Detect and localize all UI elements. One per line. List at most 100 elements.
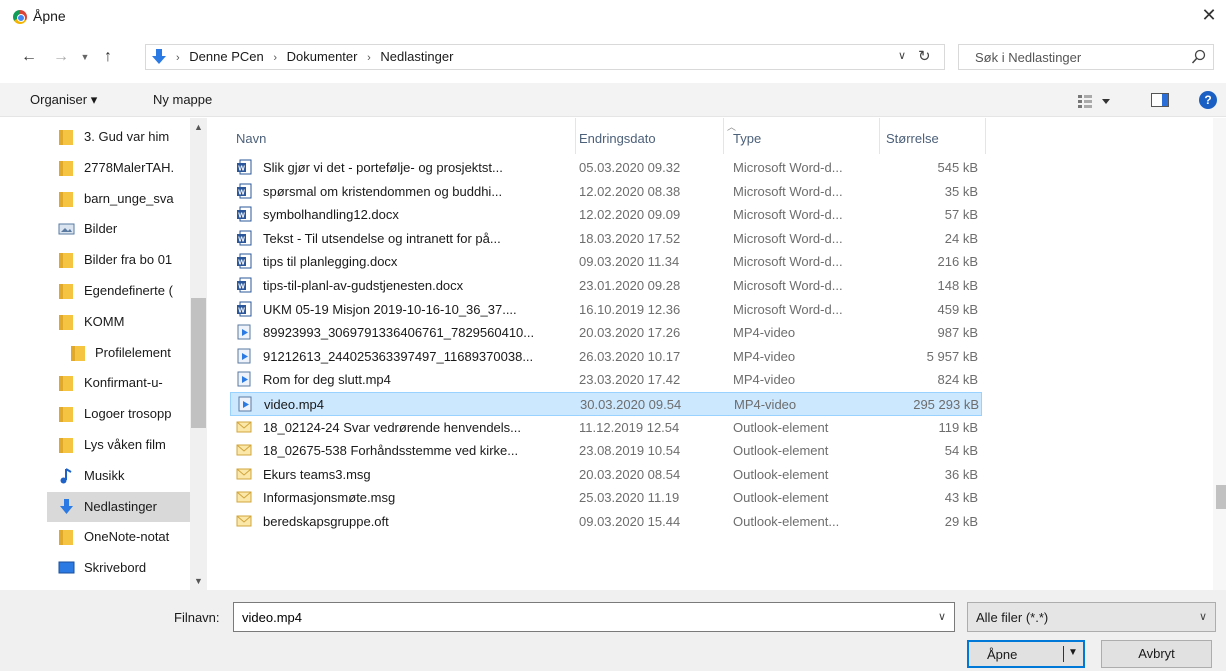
file-row[interactable]: 91212613_244025363397497_11689370038... 2… (230, 345, 982, 369)
scrollbar-thumb[interactable] (1216, 485, 1226, 509)
filename-input[interactable] (234, 603, 924, 631)
file-row[interactable]: Wtips-til-planl-av-gudstjenesten.docx 23.… (230, 274, 982, 298)
desktop-icon (58, 561, 75, 574)
sidebar-item[interactable]: 2778MalerTAH. (0, 153, 200, 183)
file-date: 09.03.2020 11.34 (579, 254, 680, 270)
sidebar-item-label: Bilder (84, 221, 118, 237)
file-row[interactable]: 89923993_3069791336406761_7829560410... 2… (230, 321, 982, 345)
file-row[interactable]: Wtips til planlegging.docx 09.03.2020 11.… (230, 250, 982, 274)
outlook-mail-icon (236, 444, 252, 456)
sidebar-item[interactable]: 3. Gud var him (0, 122, 200, 152)
file-type: MP4-video (733, 372, 796, 388)
search-icon[interactable] (1191, 49, 1207, 65)
back-button[interactable]: ← (18, 46, 40, 68)
new-folder-button[interactable]: Ny mappe (153, 92, 212, 107)
downloads-icon (152, 49, 166, 64)
word-document-icon: W (237, 206, 252, 222)
file-size: 119 kB (938, 419, 978, 435)
search-box[interactable] (958, 44, 1214, 70)
file-row[interactable]: Rom for deg slutt.mp4 23.03.2020 17.42 MP4… (230, 368, 982, 392)
sidebar-item[interactable]: Profilelement (0, 338, 200, 368)
sidebar-item[interactable]: Skrivebord (0, 553, 200, 583)
sidebar-item[interactable]: barn_unge_sva (0, 184, 200, 214)
file-date: 12.02.2020 09.09 (579, 207, 681, 223)
scroll-down-icon[interactable]: ▼ (194, 576, 203, 586)
file-date: 18.03.2020 17.52 (579, 230, 681, 246)
video-file-icon (237, 324, 251, 340)
column-header-date[interactable]: Endringsdato (579, 131, 656, 146)
file-row[interactable]: W Tekst - Til utsendelse og intranett for… (230, 227, 982, 251)
file-date: 20.03.2020 17.26 (579, 325, 681, 341)
sidebar-item[interactable]: OneNote-notat (0, 522, 200, 552)
change-view-icon[interactable] (1076, 93, 1116, 109)
video-file-icon (237, 348, 251, 364)
sidebar-item[interactable]: Lys våken film (0, 430, 200, 460)
breadcrumb-item[interactable]: Nedlastinger (380, 49, 453, 64)
file-row[interactable]: video.mp4 30.03.2020 09.54 MP4-video 295 29… (230, 392, 982, 416)
breadcrumb-item[interactable]: Dokumenter (287, 49, 358, 64)
file-row[interactable]: beredskapsgruppe.oft 09.03.2020 15.44 Outl… (230, 510, 982, 534)
file-date: 09.03.2020 15.44 (579, 514, 681, 529)
downloads-icon (60, 498, 73, 514)
up-button[interactable]: ↑ (97, 46, 119, 68)
cancel-button[interactable]: Avbryt (1101, 640, 1212, 668)
file-name: 18_02675-538 Forhåndsstemme ved kirke... (263, 443, 519, 459)
preview-pane-icon[interactable] (1151, 93, 1169, 107)
sidebar-item-label: Konfirmant-u- (84, 375, 163, 391)
file-type: Microsoft Word-d... (733, 254, 843, 270)
file-row[interactable]: Informasjonsmøte.msg 25.03.2020 11.19 Outl… (230, 486, 982, 510)
search-input[interactable] (959, 45, 1179, 69)
sidebar-item[interactable]: KOMM (0, 307, 200, 337)
file-row[interactable]: Wsymbolhandling12.docx 12.02.2020 09.09 Mi… (230, 203, 982, 227)
scroll-up-icon[interactable]: ▲ (194, 122, 203, 132)
sidebar-item[interactable]: Logoer trosopp (0, 399, 200, 429)
file-list-scrollbar[interactable] (1213, 118, 1226, 590)
refresh-icon[interactable]: ↻ (918, 47, 938, 65)
command-bar: Organiser ▾ Ny mappe ? (0, 83, 1226, 117)
sidebar-item[interactable]: Musikk (0, 461, 200, 491)
scrollbar-thumb[interactable] (191, 298, 206, 428)
file-size: 148 kB (937, 278, 978, 293)
address-bar[interactable]: › Denne PCen › Dokumenter › Nedlastinger… (145, 44, 945, 70)
file-type: Microsoft Word-d... (733, 230, 843, 246)
folder-icon (59, 376, 73, 392)
forward-button[interactable]: → (50, 46, 72, 68)
file-date: 26.03.2020 10.17 (579, 348, 681, 364)
outlook-mail-icon (236, 421, 252, 433)
file-row[interactable]: 18_02124-24 Svar vedrørende henvendels..… (230, 416, 982, 440)
file-row[interactable]: 18_02675-538 Forhåndsstemme ved kirke...… (230, 439, 982, 463)
file-size: 35 kB (944, 183, 978, 199)
file-size: 216 kB (937, 254, 978, 270)
sidebar-item[interactable]: Bilder fra bo 01 (0, 245, 200, 275)
sidebar-item-label: Skrivebord (84, 560, 147, 576)
column-header-size[interactable]: Størrelse (886, 131, 939, 146)
svg-text:W: W (238, 307, 245, 314)
column-header-type[interactable]: Type (733, 131, 761, 146)
file-type: Microsoft Word-d... (733, 301, 843, 317)
file-type-filter[interactable]: Alle filer (*.*) ∨ (967, 602, 1216, 632)
file-date: 25.03.2020 11.19 (579, 490, 680, 506)
file-row[interactable]: Ekurs teams3.msg 20.03.2020 08.54 Outlook-… (230, 463, 982, 487)
recent-locations-chevron-icon[interactable]: ▼ (78, 46, 92, 68)
open-button[interactable]: Åpne ▼ (967, 640, 1085, 668)
sidebar-item[interactable]: Bilder (0, 214, 200, 244)
filename-dropdown-chevron-icon[interactable]: ∨ (938, 610, 946, 623)
file-row[interactable]: W UKM 05-19 Misjon 2019-10-16-10_36_37...… (230, 298, 982, 322)
close-button[interactable]: ✕ (1196, 4, 1222, 26)
filename-combobox[interactable]: ∨ (233, 602, 955, 632)
column-header-name[interactable]: Navn (236, 131, 266, 146)
file-row[interactable]: W Slik gjør vi det - portefølje- og prosj… (230, 156, 982, 180)
navigation-pane-scrollbar[interactable]: ▲ ▼ (190, 118, 207, 590)
help-icon[interactable]: ? (1199, 91, 1217, 109)
file-row[interactable]: Wspørsmal om kristendommen og buddhi... 1… (230, 180, 982, 204)
address-dropdown-chevron-icon[interactable]: ∨ (898, 49, 906, 62)
sidebar-item[interactable]: Nedlastinger (47, 491, 200, 522)
open-options-chevron-icon[interactable]: ▼ (1068, 647, 1078, 658)
dialog-footer: Filnavn: ∨ Alle filer (*.*) ∨ Åpne ▼ Avb… (0, 590, 1226, 671)
organise-button[interactable]: Organiser ▾ (30, 92, 97, 108)
sidebar-item[interactable]: Konfirmant-u- (0, 368, 200, 398)
folder-icon (59, 284, 73, 299)
sidebar-item[interactable]: Egendefinerte ( (0, 276, 200, 306)
breadcrumb-item[interactable]: Denne PCen (189, 49, 263, 64)
file-size: 459 kB (937, 301, 978, 317)
